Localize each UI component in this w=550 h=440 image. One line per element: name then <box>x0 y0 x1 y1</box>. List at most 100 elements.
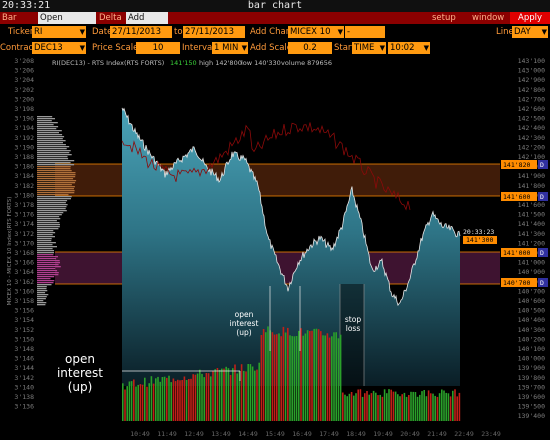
left-tick-label: 3'194 <box>14 124 34 132</box>
profile-bar <box>37 124 54 126</box>
oi-bar <box>342 392 344 421</box>
oi-bar <box>133 379 135 421</box>
level-marker[interactable]: 141'600 D <box>501 192 548 201</box>
oi-bar <box>183 376 186 421</box>
profile-bar <box>37 116 53 118</box>
right-tick-label: 141'800 <box>518 182 545 190</box>
oi-bar <box>170 382 172 421</box>
oi-bar <box>161 377 164 421</box>
left-tick-label: 3'170 <box>14 239 34 247</box>
oi-bar <box>434 395 436 421</box>
profile-bar <box>37 142 63 144</box>
oi-bar <box>190 378 192 421</box>
oi-annotation-left: open interest (up) <box>57 352 103 394</box>
oi-bar <box>124 389 126 421</box>
oi-bar <box>276 334 278 421</box>
left-tick-label: 3'192 <box>14 134 34 142</box>
apply-button[interactable]: Apply <box>510 12 550 24</box>
profile-bar <box>37 180 77 182</box>
profile-bar <box>37 282 54 284</box>
oi-bar <box>375 392 377 421</box>
oi-bar <box>234 364 236 421</box>
profile-bar <box>37 260 60 262</box>
profile-bar <box>37 214 62 216</box>
add-scale-field[interactable]: 0.2 <box>288 42 332 54</box>
left-tick-label: 3'148 <box>14 345 34 353</box>
oi-bar <box>148 383 150 421</box>
profile-bar <box>37 202 66 204</box>
right-tick-label: 139'800 <box>518 374 545 382</box>
oi-bar <box>421 391 423 421</box>
oi-bar <box>203 377 205 421</box>
add-chart-field[interactable]: MICEX 10 ▼ <box>288 26 344 38</box>
profile-bar <box>37 240 52 242</box>
profile-bar <box>37 200 68 202</box>
interval-field[interactable]: 1 MIN ▼ <box>212 42 248 54</box>
left-tick-label: 3'168 <box>14 249 34 257</box>
oi-bar <box>128 381 131 421</box>
profile-bar <box>37 140 66 142</box>
level-marker[interactable]: 141'000 D <box>501 248 548 257</box>
start-time-field[interactable]: 10:02 ▼ <box>388 42 430 54</box>
profile-bar <box>37 292 46 294</box>
profile-bar <box>37 286 47 288</box>
date-from-field[interactable]: 27/11/2013 <box>110 26 172 38</box>
oi-bar <box>249 364 252 421</box>
level-marker[interactable]: 141'820 D <box>501 160 548 169</box>
oi-bar <box>271 332 274 421</box>
profile-bar <box>37 222 60 224</box>
line-field[interactable]: DAY ▼ <box>512 26 548 38</box>
oi-bar <box>306 330 309 421</box>
oi-bar <box>157 376 159 421</box>
profile-bar <box>37 156 68 158</box>
oi-bar <box>364 393 366 421</box>
oi-bar <box>427 390 430 421</box>
menu-delta[interactable]: Delta <box>97 12 125 24</box>
right-tick-label: 140'100 <box>518 345 545 353</box>
left-tick-label: 3'146 <box>14 355 34 363</box>
profile-bar <box>37 262 60 264</box>
add-chart-extra-field[interactable]: - <box>345 26 385 38</box>
level-marker[interactable]: 140'700 D <box>501 278 548 287</box>
oi-bar <box>282 326 285 421</box>
right-tick-label: 140'700 <box>518 287 545 295</box>
menu-window[interactable]: window <box>470 12 504 24</box>
svg-text:141'600: 141'600 <box>503 193 530 201</box>
right-tick-label: 140'600 <box>518 297 545 305</box>
left-tick-label: 3'158 <box>14 297 34 305</box>
oi-bar <box>447 393 450 421</box>
menu-open-interest[interactable]: Open Interest <box>38 12 96 35</box>
oi-bar <box>287 327 289 421</box>
ticker-field[interactable]: RI ▼ <box>32 26 86 38</box>
left-tick-label: 3'154 <box>14 316 34 324</box>
oi-bar <box>377 395 379 421</box>
contract-field[interactable]: DEC13 ▼ <box>32 42 86 54</box>
menu-bar-type[interactable]: Bar Type <box>0 12 38 35</box>
start-mode-field[interactable]: TIME ▼ <box>352 42 386 54</box>
svg-text:stoploss: stop loss <box>345 315 361 333</box>
price-scale-field[interactable]: 10 <box>136 42 180 54</box>
x-tick-label: 10:49 <box>130 430 150 438</box>
profile-bar <box>37 256 58 258</box>
right-tick-label: 142'400 <box>518 124 545 132</box>
price-scale-label: Price Scale <box>92 43 139 53</box>
profile-bar <box>37 302 47 304</box>
oi-bar <box>390 389 392 421</box>
profile-bar <box>37 122 58 124</box>
menu-add-chart[interactable]: Add Chart <box>126 12 168 35</box>
profile-bar <box>37 272 59 274</box>
menu-setup[interactable]: setup <box>430 12 460 24</box>
right-tick-label: 139'900 <box>518 364 545 372</box>
oi-bar <box>262 329 265 421</box>
left-tick-label: 3'208 <box>14 57 34 65</box>
interval-label: Interval <box>182 43 215 53</box>
profile-bar <box>37 136 65 138</box>
date-to-field[interactable]: 27/11/2013 <box>183 26 245 38</box>
bar-chart[interactable]: RI(DEC13) - RTS Index(RTS FORTS) 141'150… <box>0 56 550 440</box>
oi-bar <box>188 379 190 421</box>
profile-bar <box>37 146 70 148</box>
oi-bar <box>265 332 267 421</box>
left-tick-label: 3'174 <box>14 220 34 228</box>
profile-bar <box>37 258 57 260</box>
oi-bar <box>381 396 384 421</box>
